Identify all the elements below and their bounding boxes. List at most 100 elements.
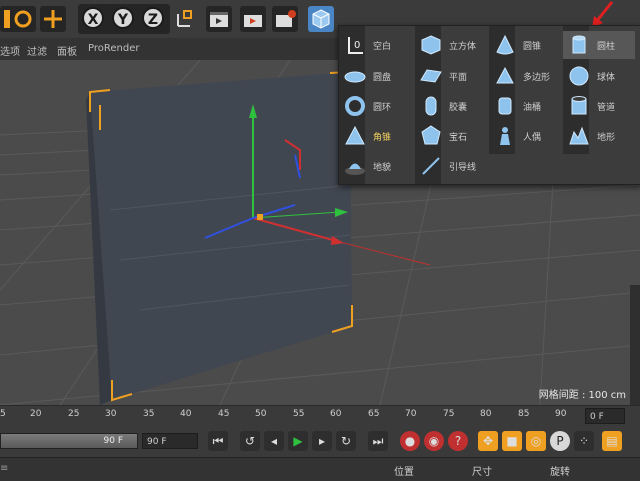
cube-icon — [312, 9, 330, 29]
record-keys-button[interactable]: ● — [400, 431, 420, 451]
ruler-tick: 55 — [293, 409, 305, 419]
timeline-ruler[interactable]: 5 20 25 30 35 40 45 50 55 60 65 70 75 80… — [0, 405, 640, 426]
menu-item-terrain[interactable]: 地形 — [563, 122, 635, 150]
ruler-tick: 85 — [518, 409, 530, 419]
ruler-tick: 50 — [255, 409, 267, 419]
play-icon: ▶ — [293, 434, 303, 448]
panel-menu-label: ≡ — [0, 463, 9, 474]
clapper-icon — [210, 12, 228, 27]
key-scale-button[interactable]: ■ — [502, 431, 522, 451]
previous-key-button[interactable]: ↺ — [240, 431, 260, 451]
ruler-tick: 40 — [180, 409, 192, 419]
render-view-button[interactable] — [206, 6, 232, 32]
menu-item-plane[interactable]: 平面 — [415, 62, 487, 90]
end-frame-field[interactable]: 90 F — [142, 433, 198, 449]
menu-item-tube[interactable]: 管道 — [563, 92, 635, 120]
grid-dots-icon: ⁘ — [578, 434, 590, 448]
previous-frame-button[interactable]: ◂ — [264, 431, 284, 451]
disc-icon — [344, 71, 366, 83]
menu-item-figure[interactable]: 人偶 — [489, 122, 561, 150]
z-axis-button[interactable]: Z — [142, 7, 164, 29]
figure-icon — [500, 127, 510, 145]
coordinate-system-button[interactable] — [172, 6, 198, 32]
rotate-icon — [14, 10, 32, 28]
menu-options[interactable]: 选项 — [0, 43, 20, 58]
menu-item-oil-tank[interactable]: 油桶 — [489, 92, 561, 120]
render-settings-button[interactable] — [272, 6, 298, 32]
ruler-tick: 65 — [368, 409, 380, 419]
clapper-gear-icon — [276, 10, 296, 27]
key-parameter-button[interactable]: P — [550, 431, 570, 451]
ruler-tick: 30 — [105, 409, 117, 419]
menu-item-cylinder[interactable]: 圆柱 — [563, 31, 635, 59]
primitives-popup-menu: 0 空白 圆盘 圆环 角锥 地貌 立方体 平面 胶囊 宝石 引导线 圆锥 多边形… — [338, 25, 640, 185]
menu-item-sphere[interactable]: 球体 — [563, 62, 635, 90]
menu-item-gem[interactable]: 宝石 — [415, 122, 487, 150]
object-pivot — [257, 214, 263, 220]
terrain-icon — [569, 126, 589, 145]
tube-icon — [571, 96, 587, 115]
oil-tank-icon — [498, 97, 512, 115]
ruler-tick: 45 — [218, 409, 230, 419]
capsule-icon — [425, 96, 437, 116]
menu-item-landscape[interactable]: 地貌 — [339, 152, 411, 180]
menu-item-null[interactable]: 0 空白 — [339, 31, 411, 59]
menu-prorender[interactable]: ProRender — [88, 43, 139, 54]
menu-item-polygon[interactable]: 多边形 — [489, 62, 561, 90]
coordinates-manager-header: ≡ 位置 尺寸 旋转 — [0, 457, 640, 481]
rotation-header: 旋转 — [550, 467, 570, 478]
question-key-icon: ? — [454, 434, 462, 448]
frame-range-slider[interactable]: 90 F — [0, 433, 138, 449]
next-key-icon: ↻ — [340, 434, 352, 448]
clapper-play-icon — [244, 15, 262, 27]
play-button[interactable]: ▶ — [288, 431, 308, 451]
autokey-icon: ◉ — [428, 434, 440, 448]
menu-item-torus[interactable]: 圆环 — [339, 92, 411, 120]
next-key-button[interactable]: ↻ — [336, 431, 356, 451]
plus-move-icon — [44, 10, 62, 28]
key-position-button[interactable]: ✥ — [478, 431, 498, 451]
ruler-tick: 35 — [143, 409, 155, 419]
step-back-icon: ◂ — [270, 434, 278, 448]
ruler-tick: 75 — [443, 409, 455, 419]
null-object-icon: 0 — [348, 37, 363, 54]
cube-primitive-button[interactable] — [308, 6, 334, 32]
y-axis-button[interactable]: Y — [112, 7, 134, 29]
menu-panel[interactable]: 面板 — [57, 43, 77, 58]
key-rotation-button[interactable]: ◎ — [526, 431, 546, 451]
parameter-key-icon: P — [556, 434, 564, 448]
guide-line-icon — [422, 157, 440, 175]
viewport-menubar: 选项 过滤 面板 ProRender — [0, 38, 340, 60]
menu-filter[interactable]: 过滤 — [27, 43, 47, 58]
menu-item-guide[interactable]: 引导线 — [415, 152, 487, 180]
autokey-button[interactable]: ◉ — [424, 431, 444, 451]
render-picture-viewer-button[interactable] — [240, 6, 266, 32]
go-to-end-button[interactable]: ⏭ — [368, 431, 388, 451]
playback-controls: 90 F 90 F ⏮ ↺ ◂ ▶ ▸ ↻ ⏭ ● ◉ ? ✥ ■ ◎ P ⁘ … — [0, 425, 640, 457]
cone-icon — [496, 34, 514, 55]
key-pla-button[interactable]: ⁘ — [574, 431, 594, 451]
plane-icon — [420, 69, 442, 83]
rotate-tool-button[interactable] — [10, 6, 36, 32]
menu-item-cone[interactable]: 圆锥 — [489, 31, 561, 59]
x-axis-button[interactable]: X — [82, 7, 104, 29]
plane-object — [90, 72, 352, 400]
current-frame-field[interactable]: 0 F — [585, 408, 625, 424]
film-strip-icon: ▤ — [606, 434, 618, 448]
keyframe-selection-button[interactable]: ? — [448, 431, 468, 451]
ruler-tick: 70 — [405, 409, 417, 419]
record-icon: ● — [404, 434, 416, 448]
next-frame-button[interactable]: ▸ — [312, 431, 332, 451]
ruler-tick: 80 — [480, 409, 492, 419]
go-to-start-button[interactable]: ⏮ — [208, 431, 228, 451]
menu-item-pyramid[interactable]: 角锥 — [339, 122, 411, 150]
size-header: 尺寸 — [472, 467, 492, 478]
polygon-icon — [496, 66, 514, 84]
timeline-window-button[interactable]: ▤ — [602, 431, 622, 451]
sphere-icon — [569, 66, 589, 86]
menu-item-disc[interactable]: 圆盘 — [339, 62, 411, 90]
cube-icon — [421, 35, 441, 55]
menu-item-capsule[interactable]: 胶囊 — [415, 92, 487, 120]
menu-item-cube[interactable]: 立方体 — [415, 31, 487, 59]
scale-tool-button[interactable] — [40, 6, 66, 32]
